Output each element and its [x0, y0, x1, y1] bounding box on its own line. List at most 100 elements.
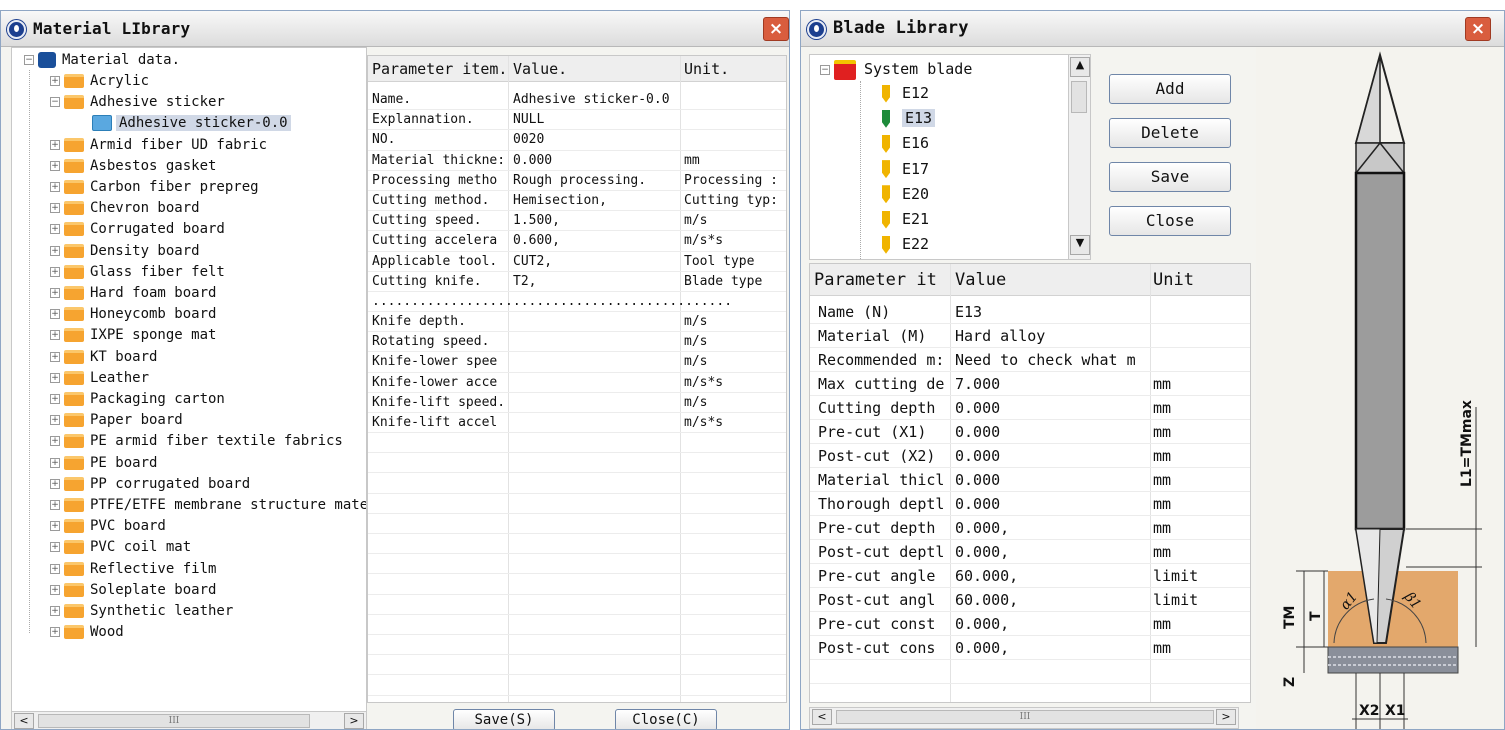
expand-toggle-icon[interactable]: +	[50, 76, 60, 86]
blade-tree[interactable]: − System blade ▲ ▼ E12 E13 E16 E17 E20 E21 E22	[809, 54, 1091, 260]
column-header-value[interactable]: Value	[955, 264, 1006, 296]
tree-item[interactable]: + Honeycomb board	[50, 304, 216, 324]
tree-horizontal-scrollbar[interactable]: < III >	[11, 711, 367, 729]
scroll-thumb[interactable]: III	[38, 714, 310, 728]
material-parameter-grid[interactable]: Parameter item. Value. Unit. Name. Adhesi…	[367, 55, 787, 703]
expand-toggle-icon[interactable]: +	[50, 203, 60, 214]
table-row[interactable]: Max cutting de 7.000 mm	[810, 372, 1250, 396]
expand-toggle-icon[interactable]: +	[50, 288, 60, 298]
table-row[interactable]: Rotating speed. m/s	[368, 332, 786, 353]
tree-item[interactable]: + Acrylic	[50, 71, 149, 91]
column-header-value[interactable]: Value.	[513, 56, 567, 82]
scroll-thumb[interactable]: III	[836, 710, 1214, 724]
expand-toggle-icon[interactable]: +	[50, 394, 60, 404]
tree-item[interactable]: + Corrugated board	[50, 219, 225, 239]
expand-toggle-icon[interactable]: +	[50, 160, 60, 171]
table-row[interactable]: Cutting speed. 1.500, m/s	[368, 211, 786, 232]
scroll-thumb[interactable]	[1071, 81, 1087, 113]
table-row[interactable]: Applicable tool. CUT2, Tool type	[368, 252, 786, 272]
expand-toggle-icon[interactable]: +	[50, 372, 60, 383]
tree-item[interactable]: + Wood	[50, 622, 124, 642]
tree-item[interactable]: + KT board	[50, 347, 157, 367]
scroll-down-button[interactable]: ▼	[1070, 235, 1090, 255]
scroll-up-button[interactable]: ▲	[1070, 57, 1090, 77]
blade-item[interactable]: E12	[882, 81, 929, 105]
expand-toggle-icon[interactable]: +	[50, 436, 60, 447]
tree-item[interactable]: + Leather	[50, 368, 149, 388]
blade-item[interactable]: E16	[882, 131, 929, 155]
tree-root[interactable]: − Material data.	[24, 50, 180, 70]
tree-item[interactable]: + Carbon fiber prepreg	[50, 177, 259, 197]
blade-item[interactable]: E13	[882, 106, 936, 130]
table-row[interactable]: Pre-cut (X1) 0.000 mm	[810, 420, 1250, 444]
close-window-button[interactable]: ×	[763, 17, 789, 41]
table-row[interactable]: Material (M) Hard alloy	[810, 324, 1250, 348]
tree-item[interactable]: + IXPE sponge mat	[50, 325, 216, 345]
tree-item[interactable]: + Paper board	[50, 410, 183, 430]
expand-toggle-icon[interactable]: +	[50, 542, 60, 553]
table-row[interactable]: Cutting accelera 0.600, m/s*s	[368, 231, 786, 252]
table-row[interactable]: Cutting knife. T2, Blade type	[368, 272, 786, 292]
tree-item[interactable]: + Chevron board	[50, 198, 200, 218]
collapse-toggle-icon[interactable]: −	[24, 55, 34, 65]
tree-item[interactable]: + Glass fiber felt	[50, 262, 225, 282]
table-row[interactable]: Post-cut cons 0.000, mm	[810, 636, 1250, 660]
column-header-unit[interactable]: Unit.	[684, 56, 729, 82]
close-window-button[interactable]: ×	[1465, 17, 1491, 41]
tree-root[interactable]: − System blade	[820, 57, 972, 81]
save-button[interactable]: Save(S)	[453, 709, 555, 729]
blade-item[interactable]: E21	[882, 207, 929, 231]
column-header-unit[interactable]: Unit	[1153, 264, 1194, 296]
table-row[interactable]: NO. 0020	[368, 130, 786, 151]
close-button[interactable]: Close	[1109, 206, 1231, 236]
expand-toggle-icon[interactable]: +	[50, 139, 60, 150]
expand-toggle-icon[interactable]: +	[50, 606, 60, 616]
expand-toggle-icon[interactable]: +	[50, 415, 60, 426]
expand-toggle-icon[interactable]: +	[50, 224, 60, 235]
column-header-parameter[interactable]: Parameter it	[814, 264, 937, 296]
scroll-right-button[interactable]: >	[1216, 709, 1236, 725]
expand-toggle-icon[interactable]: +	[50, 521, 60, 532]
blade-parameter-grid[interactable]: Parameter it Value Unit Name (N) E13 Mater…	[809, 263, 1251, 703]
material-tree[interactable]: − Material data. + Acrylic − Adhesive sticke…	[11, 47, 367, 719]
blade-item[interactable]: E20	[882, 182, 929, 206]
table-row[interactable]: Explannation. NULL	[368, 110, 786, 131]
tree-item[interactable]: + PVC board	[50, 516, 166, 536]
table-row[interactable]: Knife depth. m/s	[368, 312, 786, 333]
table-row[interactable]: Name (N) E13	[810, 300, 1250, 324]
expand-toggle-icon[interactable]: +	[50, 457, 60, 468]
collapse-toggle-icon[interactable]: −	[50, 97, 60, 108]
table-row[interactable]: Name. Adhesive sticker-0.0	[368, 90, 786, 111]
tree-item[interactable]: − Adhesive sticker	[50, 92, 225, 112]
expand-toggle-icon[interactable]: +	[50, 245, 60, 256]
tree-item[interactable]: + Density board	[50, 241, 200, 261]
expand-toggle-icon[interactable]: +	[50, 500, 60, 510]
scroll-right-button[interactable]: >	[344, 713, 364, 729]
blade-item[interactable]: E22	[882, 232, 929, 256]
tree-item[interactable]: + Packaging carton	[50, 389, 225, 409]
expand-toggle-icon[interactable]: +	[50, 627, 60, 638]
table-row[interactable]: Recommended m: Need to check what m	[810, 348, 1250, 372]
table-row[interactable]: Pre-cut angle 60.000, limit	[810, 564, 1250, 588]
tree-item[interactable]: + Soleplate board	[50, 580, 216, 600]
table-row[interactable]: Thorough deptl 0.000 mm	[810, 492, 1250, 516]
table-row[interactable]: Knife-lift speed. m/s	[368, 393, 786, 413]
tree-item[interactable]: + PP corrugated board	[50, 474, 250, 494]
expand-toggle-icon[interactable]: +	[50, 584, 60, 595]
tree-item[interactable]: + PE board	[50, 453, 157, 473]
table-row[interactable]: Pre-cut depth 0.000, mm	[810, 516, 1250, 540]
tree-item[interactable]: + PTFE/ETFE membrane structure mate	[50, 495, 366, 515]
tree-item[interactable]: + Asbestos gasket	[50, 156, 216, 176]
collapse-toggle-icon[interactable]: −	[820, 64, 830, 75]
tree-child-item-selected[interactable]: Adhesive sticker-0.0	[92, 113, 291, 133]
column-header-parameter[interactable]: Parameter item.	[372, 56, 507, 82]
table-row[interactable]: Post-cut angl 60.000, limit	[810, 588, 1250, 612]
table-row[interactable]: Knife-lift accel m/s*s	[368, 413, 786, 434]
add-button[interactable]: Add	[1109, 74, 1231, 104]
table-row[interactable]: Processing metho Rough processing. Process…	[368, 171, 786, 191]
table-row[interactable]: Pre-cut const 0.000, mm	[810, 612, 1250, 636]
table-row[interactable]: Post-cut (X2) 0.000 mm	[810, 444, 1250, 468]
delete-button[interactable]: Delete	[1109, 118, 1231, 148]
expand-toggle-icon[interactable]: +	[50, 478, 60, 489]
table-row[interactable]: Material thicl 0.000 mm	[810, 468, 1250, 492]
